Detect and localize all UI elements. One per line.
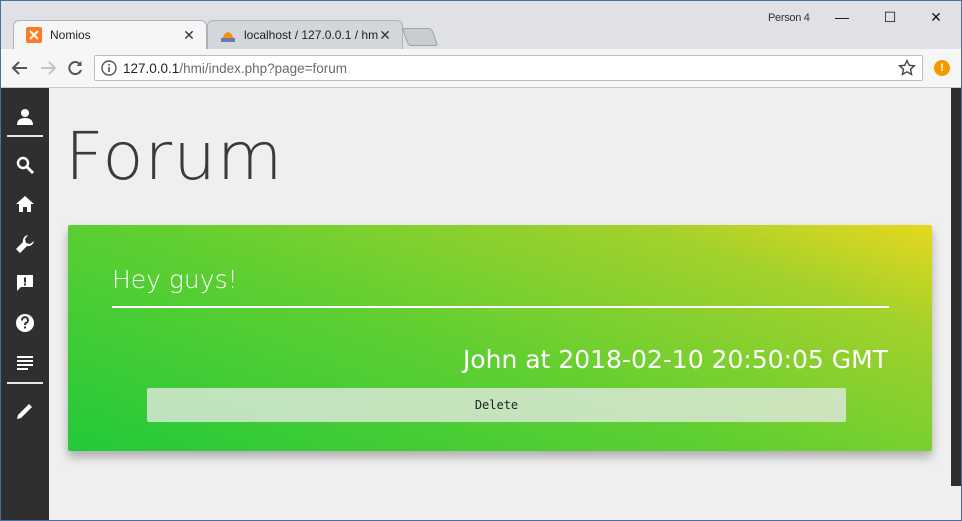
url-host: 127.0.0.1 (123, 60, 180, 76)
extension-alert-icon[interactable]: ! (934, 60, 950, 76)
pencil-icon (17, 404, 32, 419)
xampp-icon (26, 27, 42, 43)
tab-strip: Nomios ✕ localhost / 127.0.0.1 / hm ✕ Pe… (1, 1, 961, 49)
forward-button[interactable] (37, 57, 59, 79)
reload-button[interactable] (64, 57, 86, 79)
wrench-icon (16, 235, 34, 253)
home-icon (16, 196, 34, 212)
sidebar-item-help[interactable] (5, 308, 45, 338)
close-window-button[interactable]: ✕ (913, 5, 959, 29)
list-icon (17, 356, 33, 370)
close-tab-icon[interactable]: ✕ (182, 27, 196, 44)
url-path: /hmi/index.php?page=forum (179, 60, 348, 76)
maximize-button[interactable]: ☐ (867, 5, 913, 29)
tab-title: Nomios (50, 28, 91, 42)
delete-post-button[interactable]: Delete (147, 388, 846, 422)
bookmark-star-icon[interactable] (898, 59, 916, 77)
page-title: Forum (65, 118, 284, 195)
sidebar (1, 88, 49, 520)
page-scrollbar[interactable] (951, 88, 961, 486)
sidebar-item-edit[interactable] (5, 396, 45, 426)
post-message: Hey guys! (112, 265, 238, 294)
sidebar-item-feedback[interactable] (5, 268, 45, 298)
info-icon[interactable] (101, 60, 117, 76)
tab-phpmyadmin[interactable]: localhost / 127.0.0.1 / hm ✕ (207, 20, 403, 49)
feedback-icon (17, 275, 33, 291)
post-meta: John at 2018-02-10 20:50:05 GMT (462, 345, 888, 374)
tab-title: localhost / 127.0.0.1 / hm (244, 28, 378, 42)
reload-icon (68, 61, 82, 76)
sidebar-item-list[interactable] (5, 347, 45, 377)
sidebar-item-tools[interactable] (5, 229, 45, 259)
sidebar-divider (7, 135, 43, 137)
sidebar-item-user[interactable] (5, 102, 45, 132)
minimize-button[interactable]: — (819, 5, 865, 29)
browser-window: Nomios ✕ localhost / 127.0.0.1 / hm ✕ Pe… (0, 0, 962, 521)
help-icon (16, 314, 34, 332)
user-icon (17, 109, 33, 125)
phpmyadmin-icon (221, 32, 235, 42)
sidebar-item-home[interactable] (5, 189, 45, 219)
post-divider (112, 306, 889, 308)
page-content: Forum Hey guys! John at 2018-02-10 20:50… (1, 88, 961, 520)
search-icon (16, 156, 35, 175)
forum-post-card: Hey guys! John at 2018-02-10 20:50:05 GM… (68, 225, 932, 451)
browser-toolbar: 127.0.0.1/hmi/index.php?page=forum ! (1, 49, 961, 88)
new-tab-button[interactable] (401, 28, 439, 46)
address-bar[interactable]: 127.0.0.1/hmi/index.php?page=forum (94, 55, 923, 81)
moon-icon[interactable] (919, 108, 939, 128)
close-tab-icon[interactable]: ✕ (378, 27, 392, 44)
back-arrow-icon (11, 61, 27, 75)
tab-nomios[interactable]: Nomios ✕ (13, 20, 207, 49)
profile-name[interactable]: Person 4 (768, 12, 810, 24)
forward-arrow-icon (41, 61, 57, 75)
sidebar-divider (7, 382, 43, 384)
back-button[interactable] (9, 57, 31, 79)
sidebar-item-search[interactable] (5, 150, 45, 180)
